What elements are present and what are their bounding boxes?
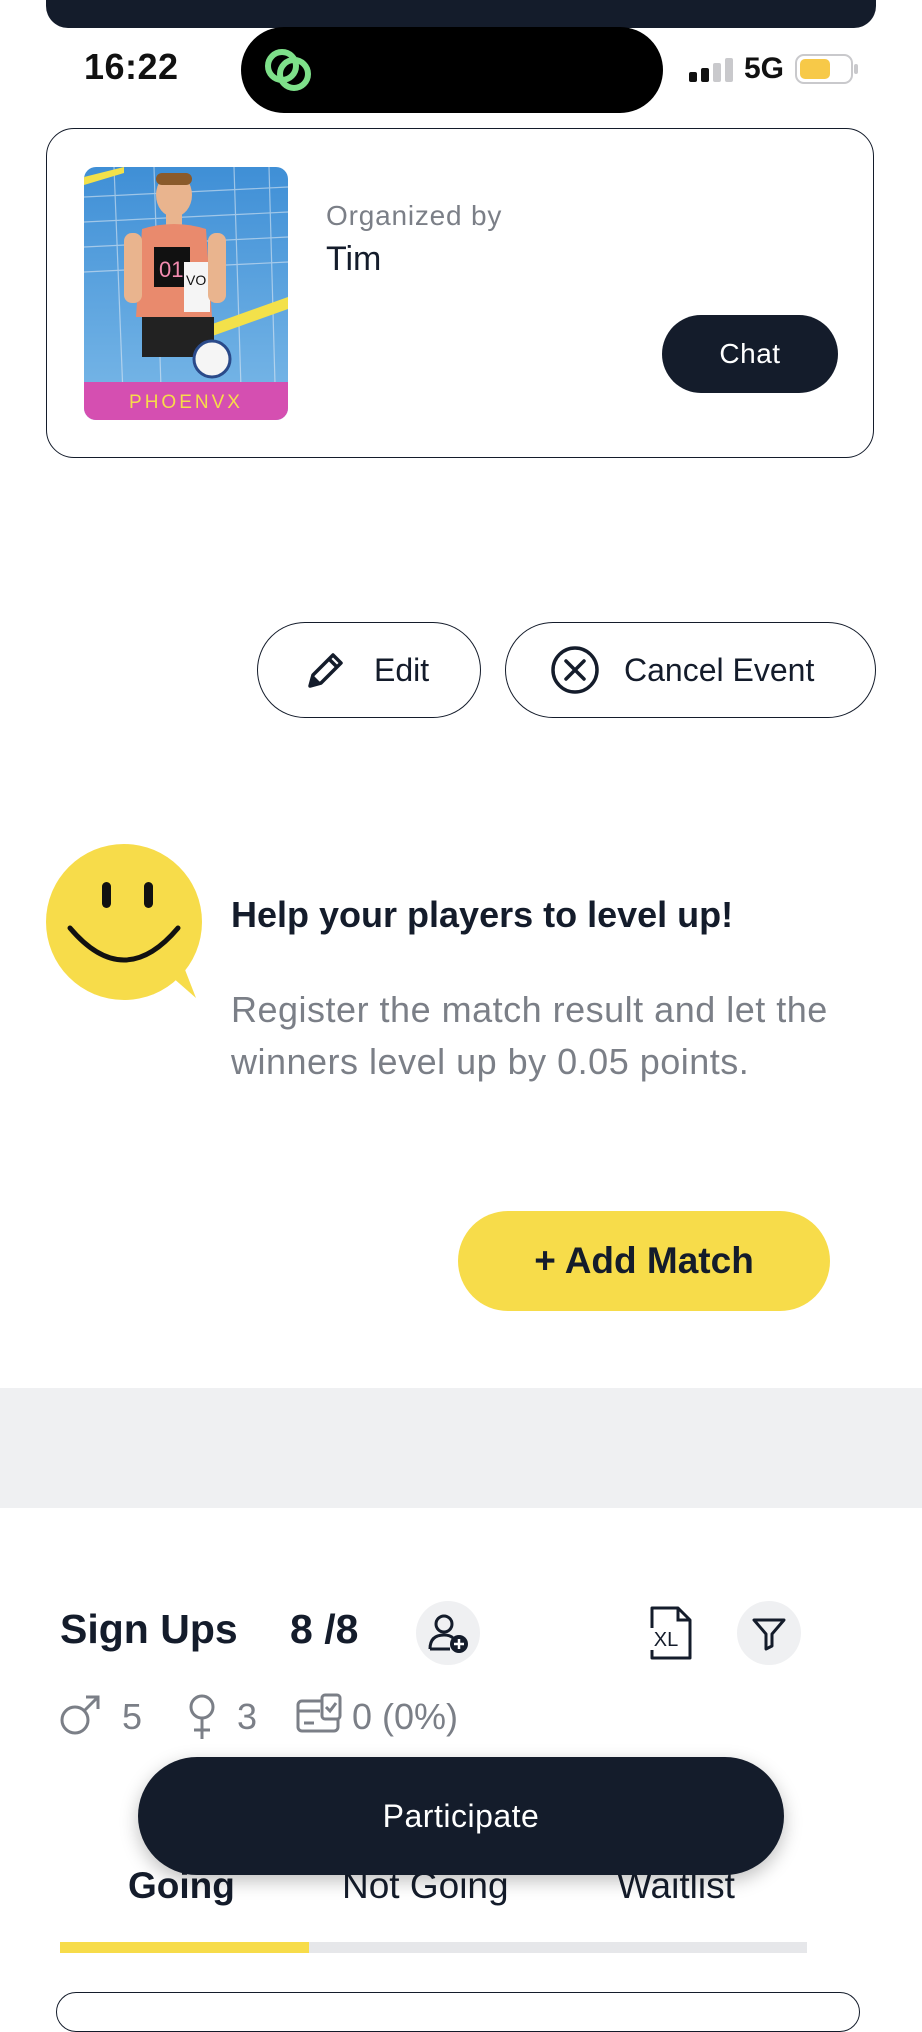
participant-card-edge: [56, 1992, 860, 2032]
male-icon: [60, 1695, 100, 1735]
cancel-event-label: Cancel Event: [624, 651, 815, 688]
svg-text:01: 01: [159, 257, 183, 282]
section-divider: [0, 1388, 922, 1508]
paid-count: 0 (0%): [352, 1696, 459, 1737]
svg-text:XL: XL: [654, 1629, 678, 1651]
chat-button[interactable]: Chat: [662, 315, 838, 393]
filter-icon: [752, 1618, 786, 1651]
app-link-icon: [265, 49, 311, 91]
photo-brand-text: PHOENVX: [129, 392, 243, 413]
edit-button[interactable]: Edit: [257, 622, 481, 718]
male-count: 5: [122, 1696, 143, 1737]
cellular-signal-icon: [689, 58, 733, 82]
female-icon: [189, 1694, 215, 1739]
add-participant-button[interactable]: [416, 1601, 480, 1665]
top-header-bar: [46, 0, 876, 28]
level-up-description: Register the match result and let the wi…: [231, 989, 828, 1082]
signups-count: 8 /8: [290, 1606, 359, 1652]
add-match-button[interactable]: + Add Match: [458, 1211, 830, 1311]
excel-export-icon[interactable]: XL: [646, 1604, 696, 1662]
battery-icon: [795, 54, 858, 84]
pencil-icon: [308, 653, 343, 688]
edit-label: Edit: [374, 651, 430, 688]
smiley-icon: [46, 844, 202, 1000]
tab-active-indicator: [60, 1942, 309, 1953]
wallet-check-icon: [296, 1693, 342, 1733]
female-count: 3: [237, 1696, 258, 1737]
close-circle-icon: [551, 646, 599, 694]
level-up-title: Help your players to level up!: [231, 894, 734, 935]
add-person-icon: [428, 1614, 468, 1653]
svg-text:VO: VO: [186, 272, 206, 288]
status-time: 16:22: [84, 46, 179, 87]
participate-button[interactable]: Participate: [138, 1757, 784, 1875]
organizer-avatar[interactable]: 01 VO PHOENVX: [84, 167, 288, 420]
cancel-event-button[interactable]: Cancel Event: [505, 622, 876, 718]
signups-title: Sign Ups: [60, 1606, 238, 1652]
organizer-label: Organized by: [326, 200, 503, 231]
filter-button[interactable]: [737, 1601, 801, 1665]
network-type: 5G: [744, 52, 785, 85]
organizer-name: Tim: [326, 240, 382, 278]
